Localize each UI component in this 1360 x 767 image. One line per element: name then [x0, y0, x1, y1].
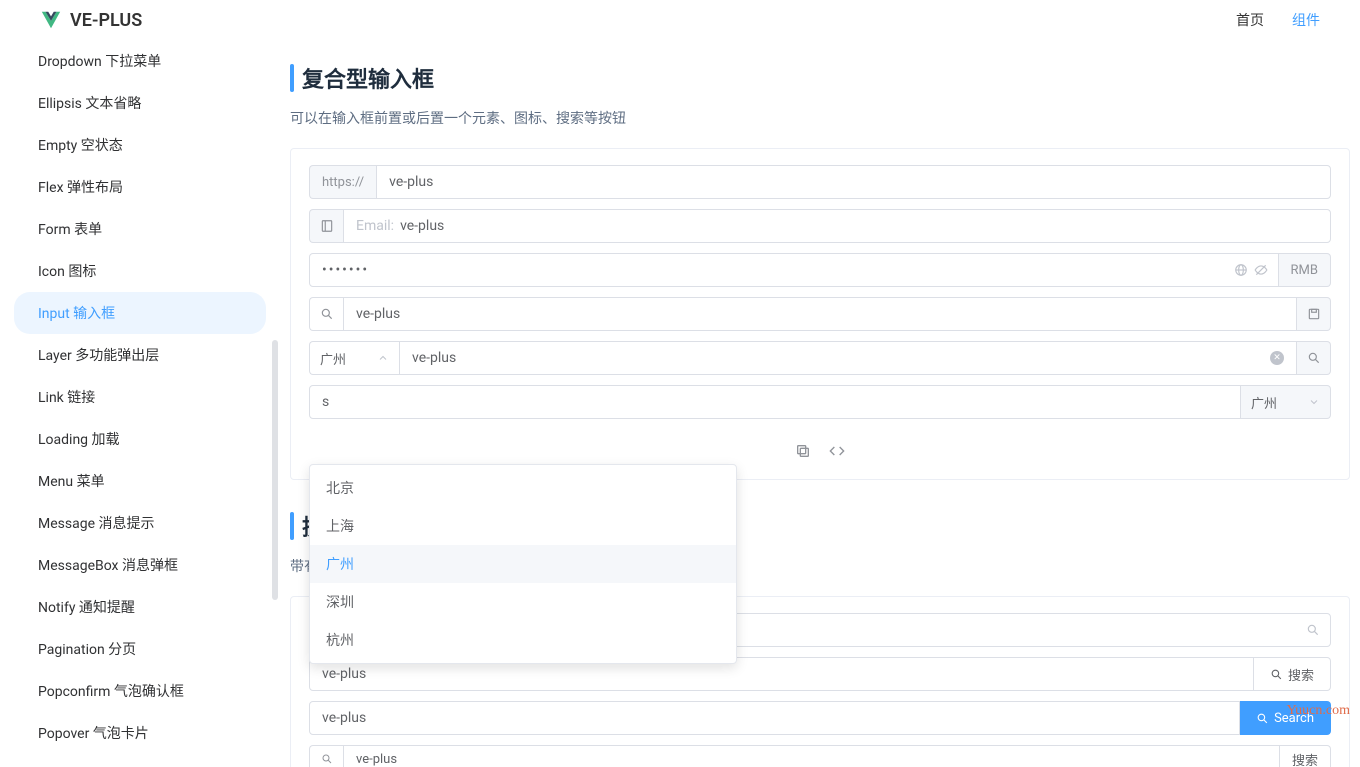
- sidebar-item[interactable]: Layer 多功能弹出层: [14, 334, 266, 376]
- dropdown-item[interactable]: 杭州: [310, 621, 736, 659]
- input-row-select-left: 广州 ve-plus ✕: [309, 341, 1331, 375]
- brand-name: VE-PLUS: [70, 10, 142, 31]
- main-content: 复合型输入框 可以在输入框前置或后置一个元素、图标、搜索等按钮 https://…: [280, 40, 1360, 767]
- nav-components[interactable]: 组件: [1292, 10, 1320, 30]
- addon-rmb: RMB: [1279, 253, 1331, 287]
- input-row-search-save: ve-plus: [309, 297, 1331, 331]
- sidebar: Dropdown 下拉菜单Ellipsis 文本省略Empty 空状态Flex …: [0, 40, 280, 767]
- sidebar-item[interactable]: Dropdown 下拉菜单: [14, 40, 266, 82]
- nav-home[interactable]: 首页: [1236, 10, 1264, 30]
- code-icon[interactable]: [829, 443, 845, 459]
- search-icon[interactable]: [309, 297, 343, 331]
- sidebar-item[interactable]: Ellipsis 文本省略: [14, 82, 266, 124]
- dropdown-item[interactable]: 上海: [310, 507, 736, 545]
- search-icon: [1256, 712, 1269, 725]
- eye-off-icon[interactable]: [1254, 263, 1268, 277]
- sidebar-item[interactable]: Icon 图标: [14, 250, 266, 292]
- watermark: Yuucn.com: [1287, 703, 1350, 719]
- section-compound: 复合型输入框 可以在输入框前置或后置一个元素、图标、搜索等按钮 https://…: [290, 62, 1350, 480]
- book-icon: [309, 209, 343, 243]
- sidebar-item[interactable]: Empty 空状态: [14, 124, 266, 166]
- input-field[interactable]: Email:ve-plus: [343, 209, 1331, 243]
- chevron-down-icon: [1308, 396, 1320, 408]
- dropdown-item[interactable]: 深圳: [310, 583, 736, 621]
- chevron-up-icon: [377, 352, 389, 364]
- search-icon[interactable]: [309, 745, 343, 767]
- dropdown-item[interactable]: 北京: [310, 469, 736, 507]
- search-button[interactable]: 搜索: [1254, 657, 1331, 691]
- sidebar-item[interactable]: Link 链接: [14, 376, 266, 418]
- search-icon[interactable]: [1306, 623, 1320, 637]
- select-city[interactable]: 广州: [309, 341, 399, 375]
- vue-logo-icon: [40, 9, 62, 31]
- clear-icon[interactable]: ✕: [1270, 351, 1284, 365]
- sidebar-item[interactable]: Message 消息提示: [14, 502, 266, 544]
- input-field[interactable]: ve-plus: [376, 165, 1331, 199]
- section-desc: 可以在输入框前置或后置一个元素、图标、搜索等按钮: [290, 108, 1350, 128]
- search-button[interactable]: 搜索: [1280, 745, 1331, 767]
- sidebar-item[interactable]: MessageBox 消息弹框: [14, 544, 266, 586]
- input-row-email: Email:ve-plus: [309, 209, 1331, 243]
- sidebar-item[interactable]: Progress 进度条: [14, 754, 266, 767]
- save-icon[interactable]: [1297, 297, 1331, 331]
- search-icon[interactable]: [1297, 341, 1331, 375]
- copy-icon[interactable]: [795, 443, 811, 459]
- sidebar-item[interactable]: Flex 弹性布局: [14, 166, 266, 208]
- sidebar-item[interactable]: Form 表单: [14, 208, 266, 250]
- sidebar-item[interactable]: Menu 菜单: [14, 460, 266, 502]
- city-dropdown: 北京上海广州深圳杭州: [309, 464, 737, 664]
- sidebar-item[interactable]: Pagination 分页: [14, 628, 266, 670]
- top-nav: 首页 组件: [1236, 10, 1320, 30]
- globe-icon[interactable]: [1234, 263, 1248, 277]
- search-row-3: ve-plus Search: [309, 701, 1331, 735]
- addon-https: https://: [309, 165, 376, 199]
- sidebar-item[interactable]: Notify 通知提醒: [14, 586, 266, 628]
- sidebar-item[interactable]: Popover 气泡卡片: [14, 712, 266, 754]
- dropdown-item[interactable]: 广州: [310, 545, 736, 583]
- search-input[interactable]: ve-plus: [309, 701, 1240, 735]
- search-icon: [1270, 668, 1283, 681]
- demo-footer: [309, 429, 1331, 463]
- demo-box: https:// ve-plus Email:ve-plus •••••••: [290, 148, 1350, 480]
- select-city[interactable]: 广州: [1241, 385, 1331, 419]
- sidebar-item[interactable]: Loading 加载: [14, 418, 266, 460]
- sidebar-scrollbar[interactable]: [272, 340, 278, 600]
- sidebar-item[interactable]: Input 输入框: [14, 292, 266, 334]
- section-title: 复合型输入框: [290, 62, 1350, 94]
- input-row-https: https:// ve-plus: [309, 165, 1331, 199]
- brand: VE-PLUS: [40, 9, 142, 31]
- search-input[interactable]: ve-plus: [343, 745, 1280, 767]
- input-field[interactable]: ve-plus ✕: [399, 341, 1297, 375]
- input-field[interactable]: ve-plus: [343, 297, 1297, 331]
- sidebar-item[interactable]: Popconfirm 气泡确认框: [14, 670, 266, 712]
- topbar: VE-PLUS 首页 组件: [0, 0, 1360, 40]
- input-row-select-right: s 广州: [309, 385, 1331, 419]
- input-row-password: ••••••• RMB: [309, 253, 1331, 287]
- input-field[interactable]: s: [309, 385, 1241, 419]
- input-field[interactable]: •••••••: [309, 253, 1279, 287]
- search-row-4: ve-plus 搜索: [309, 745, 1331, 767]
